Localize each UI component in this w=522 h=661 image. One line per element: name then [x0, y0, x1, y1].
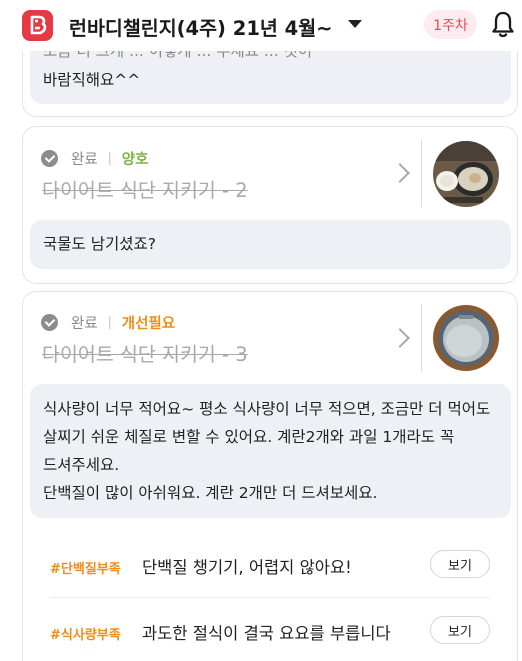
bell-icon[interactable]	[491, 10, 515, 38]
meal-photo[interactable]	[433, 305, 499, 371]
trainer-comment-2: 국물도 남기셨죠?	[30, 220, 511, 269]
divider	[421, 139, 422, 207]
tip-row[interactable]: #식사량부족 과도한 절식이 결국 요요를 부릅니다 보기	[50, 614, 490, 650]
meal-status-row: 완료 | 양호	[41, 148, 148, 168]
comment-line: 바람직해요^^	[43, 71, 141, 89]
divider	[50, 597, 490, 598]
tip-tag: #단백질부족	[50, 562, 121, 577]
separator: |	[107, 315, 112, 329]
check-circle-icon	[41, 149, 58, 167]
tip-row[interactable]: #단백질부족 단백질 챙기기, 어렵지 않아요! 보기	[50, 548, 490, 584]
meal-photo-image	[433, 141, 499, 207]
grade-badge: 양호	[121, 151, 149, 168]
meal-title[interactable]: 다이어트 식단 지키기 - 2	[42, 174, 248, 203]
grade-badge: 개선필요	[121, 315, 176, 332]
meal-photo[interactable]	[433, 141, 499, 207]
challenge-title[interactable]: 런바디챌린지(4주) 21년 4월~	[69, 12, 332, 41]
meal-photo-image	[433, 305, 499, 371]
comment-line: 드셔주세요.	[43, 456, 120, 474]
comment-line: 단백질이 많이 아쉬워요. 계란 2개만 더 드셔보세요.	[43, 484, 378, 502]
comment-line: 살찌기 쉬운 체질로 변할 수 있어요. 계란2개와 과일 1개라도 꼭	[43, 428, 455, 446]
tip-title[interactable]: 단백질 챙기기, 어렵지 않아요!	[142, 554, 352, 578]
app-header: 런바디챌린지(4주) 21년 4월~ 1주차	[0, 0, 522, 51]
chevron-right-icon[interactable]	[390, 328, 410, 348]
divider	[421, 304, 422, 372]
feedback-list: 조금 더 크게 ... 이렇게 ... 주세요 ... 것이 바람직해요^^ 완…	[0, 0, 522, 661]
tip-tag: #식사량부족	[50, 628, 121, 643]
comment-line: 식사량이 너무 적어요~ 평소 식사량이 너무 적으면, 조금만 더 먹어도	[43, 400, 491, 418]
dropdown-arrow-icon[interactable]	[348, 20, 362, 28]
view-button[interactable]: 보기	[430, 616, 490, 644]
chevron-right-icon[interactable]	[390, 163, 410, 183]
app-logo-icon	[22, 10, 53, 41]
status-label: 완료	[71, 315, 98, 332]
logo-glyph	[30, 15, 47, 35]
meal-status-row: 완료 | 개선필요	[41, 312, 175, 332]
view-button[interactable]: 보기	[430, 550, 490, 578]
trainer-comment-3: 식사량이 너무 적어요~ 평소 식사량이 너무 적으면, 조금만 더 먹어도 살…	[30, 384, 511, 518]
separator: |	[107, 151, 112, 165]
week-badge[interactable]: 1주차	[424, 10, 477, 39]
meal-title[interactable]: 다이어트 식단 지키기 - 3	[42, 338, 248, 367]
tip-title[interactable]: 과도한 절식이 결국 요요를 부릅니다	[142, 620, 391, 644]
check-circle-icon	[41, 313, 58, 331]
comment-line: 국물도 남기셨죠?	[43, 235, 156, 253]
status-label: 완료	[71, 151, 98, 168]
